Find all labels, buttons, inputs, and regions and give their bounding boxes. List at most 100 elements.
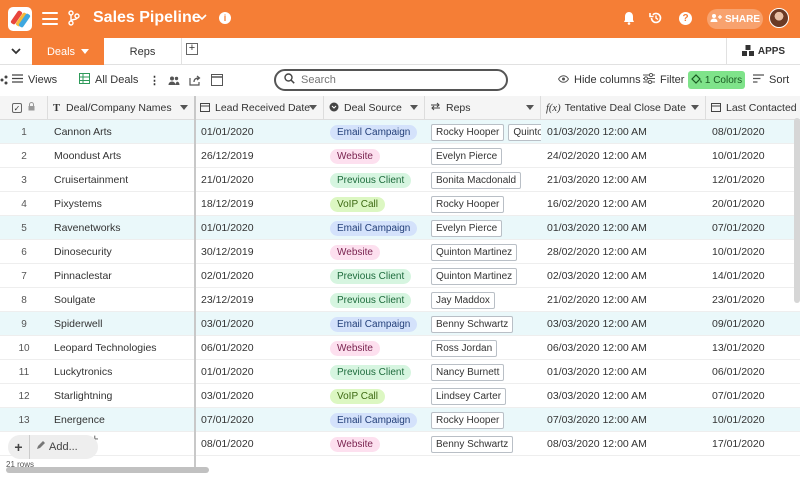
deal-source-cell[interactable]: Website bbox=[324, 144, 425, 168]
last-contacted-cell[interactable]: 06/01/2020 bbox=[706, 360, 800, 384]
reps-cell[interactable]: Evelyn Pierce bbox=[425, 144, 541, 168]
last-contacted-cell[interactable]: 17/01/2020 bbox=[706, 432, 800, 456]
reps-cell[interactable]: Lindsey Carter bbox=[425, 384, 541, 408]
table-row[interactable]: 11 Luckytronics 01/01/2020 Previous Client N… bbox=[0, 360, 800, 384]
deal-source-cell[interactable]: Email Campaign bbox=[324, 408, 425, 432]
lead-received-date-cell[interactable]: 07/01/2020 bbox=[195, 408, 324, 432]
reps-cell[interactable]: Rocky Hooper bbox=[425, 408, 541, 432]
collapse-tables-button[interactable] bbox=[0, 38, 32, 65]
views-button[interactable]: Views bbox=[12, 66, 57, 94]
hide-columns-button[interactable]: Hide columns bbox=[557, 66, 641, 94]
column-menu-icon[interactable] bbox=[410, 105, 418, 110]
reps-cell[interactable]: Quinton Martinez bbox=[425, 240, 541, 264]
lead-received-date-cell[interactable]: 01/01/2020 bbox=[195, 216, 324, 240]
table-row[interactable]: 7 Pinnaclestar 02/01/2020 Previous Client Qu… bbox=[0, 264, 800, 288]
search-input[interactable] bbox=[301, 74, 491, 86]
last-contacted-cell[interactable]: 07/01/2020 bbox=[706, 384, 800, 408]
tentative-close-date-cell[interactable]: 01/03/2020 12:00 AM bbox=[541, 120, 706, 144]
column-menu-icon[interactable] bbox=[180, 105, 188, 110]
deal-name-cell[interactable]: Cruisertainment bbox=[48, 168, 195, 192]
horizontal-scrollbar[interactable] bbox=[6, 467, 209, 473]
deal-name-cell[interactable]: Spiderwell bbox=[48, 312, 195, 336]
deal-source-cell[interactable]: VoIP Call bbox=[324, 192, 425, 216]
tentative-close-date-cell[interactable]: 02/03/2020 12:00 AM bbox=[541, 264, 706, 288]
table-row[interactable]: 8 Soulgate 23/12/2019 Previous Client Jay Ma… bbox=[0, 288, 800, 312]
deal-source-cell[interactable]: Previous Client bbox=[324, 288, 425, 312]
colors-button[interactable]: 1 Colors bbox=[688, 71, 745, 89]
deal-name-cell[interactable]: Pixystems bbox=[48, 192, 195, 216]
table-row[interactable]: 1 Cannon Arts 01/01/2020 Email Campaign Rock… bbox=[0, 120, 800, 144]
last-contacted-cell[interactable]: 23/01/2020 bbox=[706, 288, 800, 312]
table-row[interactable]: 3 Cruisertainment 21/01/2020 Previous Clien… bbox=[0, 168, 800, 192]
last-contacted-cell[interactable]: 07/01/2020 bbox=[706, 216, 800, 240]
lead-received-date-cell[interactable]: 08/01/2020 bbox=[195, 432, 324, 456]
table-row[interactable]: 6 Dinosecurity 30/12/2019 Website Quinton Ma… bbox=[0, 240, 800, 264]
tentative-close-date-cell[interactable]: 06/03/2020 12:00 AM bbox=[541, 336, 706, 360]
apps-button[interactable]: APPS bbox=[726, 38, 800, 65]
lead-received-date-cell[interactable]: 30/12/2019 bbox=[195, 240, 324, 264]
chevron-down-icon[interactable] bbox=[197, 12, 207, 24]
menu-icon[interactable] bbox=[42, 12, 58, 25]
deal-source-cell[interactable]: Website bbox=[324, 432, 425, 456]
lead-received-date-cell[interactable]: 18/12/2019 bbox=[195, 192, 324, 216]
info-icon[interactable]: i bbox=[219, 12, 231, 24]
last-contacted-cell[interactable]: 10/01/2020 bbox=[706, 144, 800, 168]
add-table-button[interactable]: + bbox=[186, 43, 198, 55]
tentative-close-date-cell[interactable]: 08/03/2020 12:00 AM bbox=[541, 432, 706, 456]
lead-received-date-cell[interactable]: 03/01/2020 bbox=[195, 384, 324, 408]
last-contacted-cell[interactable]: 12/01/2020 bbox=[706, 168, 800, 192]
lead-received-date-cell[interactable]: 21/01/2020 bbox=[195, 168, 324, 192]
tab-reps[interactable]: Reps bbox=[104, 38, 182, 65]
users-icon[interactable] bbox=[168, 66, 180, 94]
vertical-scrollbar[interactable] bbox=[794, 118, 800, 303]
share-button[interactable]: SHARE bbox=[707, 9, 763, 29]
reps-cell[interactable]: Benny Schwartz bbox=[425, 432, 541, 456]
last-contacted-cell[interactable]: 08/01/2020 bbox=[706, 120, 800, 144]
reps-cell[interactable]: Jay Maddox bbox=[425, 288, 541, 312]
last-contacted-cell[interactable]: 14/01/2020 bbox=[706, 264, 800, 288]
select-all-checkbox[interactable]: ✓ bbox=[12, 103, 22, 113]
more-options-icon[interactable]: ⋮ bbox=[149, 66, 160, 94]
reps-cell[interactable]: Quinton Martinez bbox=[425, 264, 541, 288]
column-menu-icon[interactable] bbox=[526, 105, 534, 110]
last-contacted-cell[interactable]: 10/01/2020 bbox=[706, 408, 800, 432]
layout-icon[interactable] bbox=[211, 66, 223, 94]
bell-icon[interactable] bbox=[623, 11, 635, 28]
table-row[interactable]: 9 Spiderwell 03/01/2020 Email Campaign Benny… bbox=[0, 312, 800, 336]
column-header-lead-received-date[interactable]: Lead Received Date bbox=[195, 96, 324, 120]
lead-received-date-cell[interactable]: 03/01/2020 bbox=[195, 312, 324, 336]
column-menu-icon[interactable] bbox=[309, 105, 317, 110]
table-row[interactable]: 2 Moondust Arts 26/12/2019 Website Evelyn Pi… bbox=[0, 144, 800, 168]
table-row[interactable]: 4 Pixystems 18/12/2019 VoIP Call Rocky Hoope… bbox=[0, 192, 800, 216]
deal-source-cell[interactable]: Email Campaign bbox=[324, 216, 425, 240]
help-icon[interactable]: ? bbox=[679, 12, 692, 25]
deal-source-cell[interactable]: Email Campaign bbox=[324, 120, 425, 144]
deal-source-cell[interactable]: Previous Client bbox=[324, 264, 425, 288]
column-menu-icon[interactable] bbox=[691, 105, 699, 110]
table-row[interactable]: 12 Starlightning 03/01/2020 VoIP Call Lindse… bbox=[0, 384, 800, 408]
reps-cell[interactable]: Evelyn Pierce bbox=[425, 216, 541, 240]
deal-name-cell[interactable]: Dinosecurity bbox=[48, 240, 195, 264]
deal-source-cell[interactable]: Website bbox=[324, 240, 425, 264]
reps-cell[interactable]: Rocky HooperQuinton Martinez bbox=[425, 120, 541, 144]
tentative-close-date-cell[interactable]: 16/02/2020 12:00 AM bbox=[541, 192, 706, 216]
tab-deals[interactable]: Deals bbox=[32, 38, 104, 65]
deal-name-cell[interactable]: Luckytronics bbox=[48, 360, 195, 384]
tentative-close-date-cell[interactable]: 03/03/2020 12:00 AM bbox=[541, 384, 706, 408]
tentative-close-date-cell[interactable]: 24/02/2020 12:00 AM bbox=[541, 144, 706, 168]
table-row[interactable]: 5 Ravenetworks 01/01/2020 Email Campaign Eve… bbox=[0, 216, 800, 240]
sort-button[interactable]: Sort bbox=[753, 66, 789, 94]
deal-name-cell[interactable]: Soulgate bbox=[48, 288, 195, 312]
tentative-close-date-cell[interactable]: 28/02/2020 12:00 AM bbox=[541, 240, 706, 264]
deal-source-cell[interactable]: Email Campaign bbox=[324, 312, 425, 336]
tentative-close-date-cell[interactable]: 01/03/2020 12:00 AM bbox=[541, 216, 706, 240]
tentative-close-date-cell[interactable]: 03/03/2020 12:00 AM bbox=[541, 312, 706, 336]
branch-icon[interactable] bbox=[68, 10, 80, 29]
deal-source-cell[interactable]: Previous Client bbox=[324, 360, 425, 384]
avatar[interactable] bbox=[769, 8, 789, 28]
reps-cell[interactable]: Nancy Burnett bbox=[425, 360, 541, 384]
reps-cell[interactable]: Ross Jordan bbox=[425, 336, 541, 360]
deal-name-cell[interactable]: Starlightning bbox=[48, 384, 195, 408]
reps-cell[interactable]: Benny Schwartz bbox=[425, 312, 541, 336]
deal-source-cell[interactable]: Website bbox=[324, 336, 425, 360]
